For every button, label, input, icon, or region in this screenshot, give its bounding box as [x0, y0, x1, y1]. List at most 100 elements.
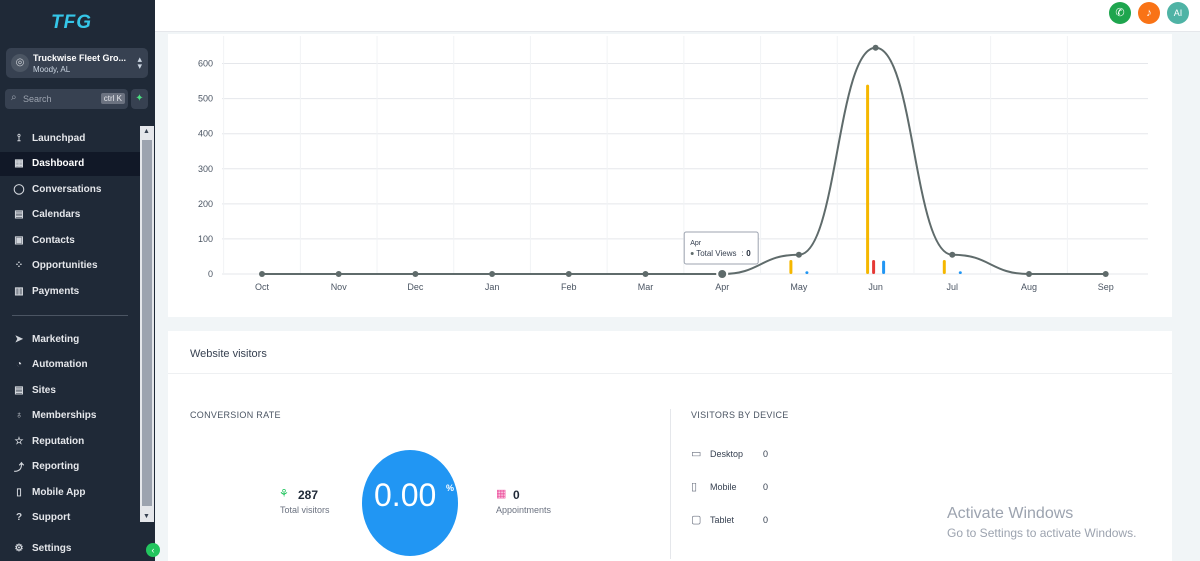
bar — [942, 259, 946, 274]
device-count: 0 — [763, 482, 769, 492]
sites-icon: ▤ — [14, 384, 24, 396]
search-placeholder: Search — [23, 94, 52, 104]
total-visitors-label: Total visitors — [280, 505, 330, 515]
sidebar-item-support[interactable]: ? Support — [0, 506, 140, 530]
tablet-icon: ▢ — [691, 514, 702, 526]
sidebar-item-marketing[interactable]: ➤ Marketing — [0, 327, 140, 351]
chat-icon: ◯ — [13, 183, 25, 195]
sidebar-item-reporting[interactable]: ⤴ Reporting — [0, 455, 140, 479]
bar — [789, 259, 793, 274]
appointments-value: 0 — [513, 488, 520, 502]
sidebar-item-label: Calendars — [32, 209, 81, 220]
card-divider — [168, 373, 1172, 374]
conversion-rate-label: CONVERSION RATE — [190, 410, 281, 420]
sidebar-item-launchpad[interactable]: ⟟ Launchpad — [0, 126, 140, 150]
x-tick-label: Apr — [715, 282, 729, 292]
tooltip-title: Apr — [690, 240, 702, 247]
account-location: Moody, AL — [33, 65, 71, 74]
sidebar: TFG ◎ Truckwise Fleet Gro... Moody, AL ▴… — [0, 0, 160, 561]
device-count: 0 — [763, 515, 769, 525]
scroll-up-icon[interactable]: ▲ — [143, 128, 150, 135]
sidebar-item-label: Automation — [32, 359, 88, 370]
desktop-icon: ▭ — [691, 448, 702, 460]
data-point — [872, 44, 879, 51]
section-divider — [670, 409, 671, 559]
bell-icon[interactable]: ♪ — [1138, 2, 1160, 24]
activation-watermark-title: Activate Windows — [947, 505, 1074, 522]
sidebar-item-label: Launchpad — [32, 132, 86, 144]
sidebar-item-automation[interactable]: ◔ Automation — [0, 353, 140, 377]
quick-action-icon[interactable]: ✦ — [131, 89, 148, 109]
x-tick-label: Feb — [561, 282, 577, 292]
tooltip-colon: : — [741, 249, 743, 258]
sidebar-item-payments[interactable]: ▥ Payments — [0, 279, 140, 303]
automation-icon: ◔ — [15, 359, 23, 370]
sidebar-item-label: Memberships — [32, 410, 97, 421]
calendar-icon: ▤ — [14, 209, 24, 220]
sidebar-item-label: Marketing — [32, 333, 80, 345]
scroll-down-icon[interactable]: ▼ — [143, 513, 150, 520]
sidebar-item-memberships[interactable]: ♁ Memberships — [0, 404, 140, 428]
y-tick-label: 400 — [198, 129, 213, 139]
tooltip-value: 0 — [746, 249, 751, 258]
x-tick-label: May — [790, 282, 808, 292]
bar — [866, 84, 870, 274]
sidebar-scrollbar[interactable]: ▲ ▼ — [140, 126, 154, 522]
scrollbar-thumb[interactable] — [142, 140, 152, 506]
sidebar-item-label: Reporting — [32, 461, 80, 472]
sidebar-item-label: Conversations — [32, 183, 102, 195]
sidebar-item-label: Support — [32, 512, 71, 523]
data-point — [949, 251, 956, 258]
sidebar-item-opportunities[interactable]: ⁘ Opportunities — [0, 254, 140, 278]
sidebar-item-label: Settings — [32, 542, 72, 554]
top-bar: ✆ ♪ AI — [155, 0, 1200, 32]
tooltip-series-marker — [690, 252, 694, 255]
data-point — [565, 271, 572, 277]
device-name: Mobile — [710, 482, 737, 492]
activation-watermark-subtitle: Go to Settings to activate Windows. — [947, 526, 1137, 540]
sidebar-item-dashboard[interactable]: ▦ Dashboard — [0, 151, 140, 176]
membership-icon: ♁ — [15, 410, 23, 421]
sidebar-item-conversations[interactable]: ◯ Conversations — [0, 177, 140, 201]
views-chart: 0 100 200 300 400 500 600 Oct Nov Dec Jan Feb Mar Apr… — [198, 36, 1148, 292]
y-tick-label: 0 — [208, 269, 213, 279]
gear-icon: ⚙ — [14, 542, 24, 554]
x-tick-label: Sep — [1098, 282, 1114, 292]
bar — [882, 260, 886, 274]
bar — [805, 271, 809, 274]
logo[interactable]: TFG — [51, 12, 92, 34]
visitors-by-device-label: VISITORS BY DEVICE — [691, 410, 789, 420]
sidebar-item-label: Sites — [32, 384, 56, 396]
y-tick-label: 100 — [198, 234, 213, 244]
collapse-sidebar-icon[interactable]: ‹ — [146, 543, 160, 557]
account-switcher[interactable]: ◎ Truckwise Fleet Gro... Moody, AL ▴ ▾ — [6, 48, 148, 78]
total-visitors-value: 287 — [298, 488, 319, 502]
device-name: Tablet — [710, 515, 735, 525]
bar — [958, 271, 962, 274]
conversion-rate-value: 0.00 — [374, 477, 437, 513]
x-tick-label: Dec — [407, 282, 424, 292]
y-tick-label: 600 — [198, 59, 213, 69]
sidebar-item-settings[interactable]: ⚙ Settings — [0, 536, 140, 560]
x-tick-label: Oct — [255, 282, 270, 292]
sidebar-item-calendars[interactable]: ▤ Calendars — [0, 203, 140, 227]
data-point — [795, 251, 802, 258]
contact-icon: ▣ — [14, 234, 24, 246]
phone-icon[interactable]: ✆ — [1109, 2, 1131, 24]
payment-icon: ▥ — [14, 285, 24, 297]
tooltip-box — [683, 231, 759, 265]
grid-icon: ▦ — [14, 158, 24, 169]
tooltip-label: Total Views — [696, 249, 736, 258]
x-tick-label: Nov — [331, 282, 348, 292]
sidebar-item-sites[interactable]: ▤ Sites — [0, 378, 140, 402]
active-data-point — [716, 268, 729, 280]
help-icon: ? — [15, 512, 23, 523]
data-point — [1026, 271, 1032, 277]
sidebar-item-label: Reputation — [32, 435, 85, 447]
appointments-label: Appointments — [496, 505, 552, 515]
sidebar-item-reputation[interactable]: ☆ Reputation — [0, 429, 140, 453]
sidebar-item-mobile-app[interactable]: ▯ Mobile App — [0, 480, 140, 504]
avatar[interactable]: AI — [1167, 2, 1189, 24]
sidebar-item-contacts[interactable]: ▣ Contacts — [0, 228, 140, 252]
search-input[interactable]: ⌕ Search ctrl K — [5, 89, 128, 109]
